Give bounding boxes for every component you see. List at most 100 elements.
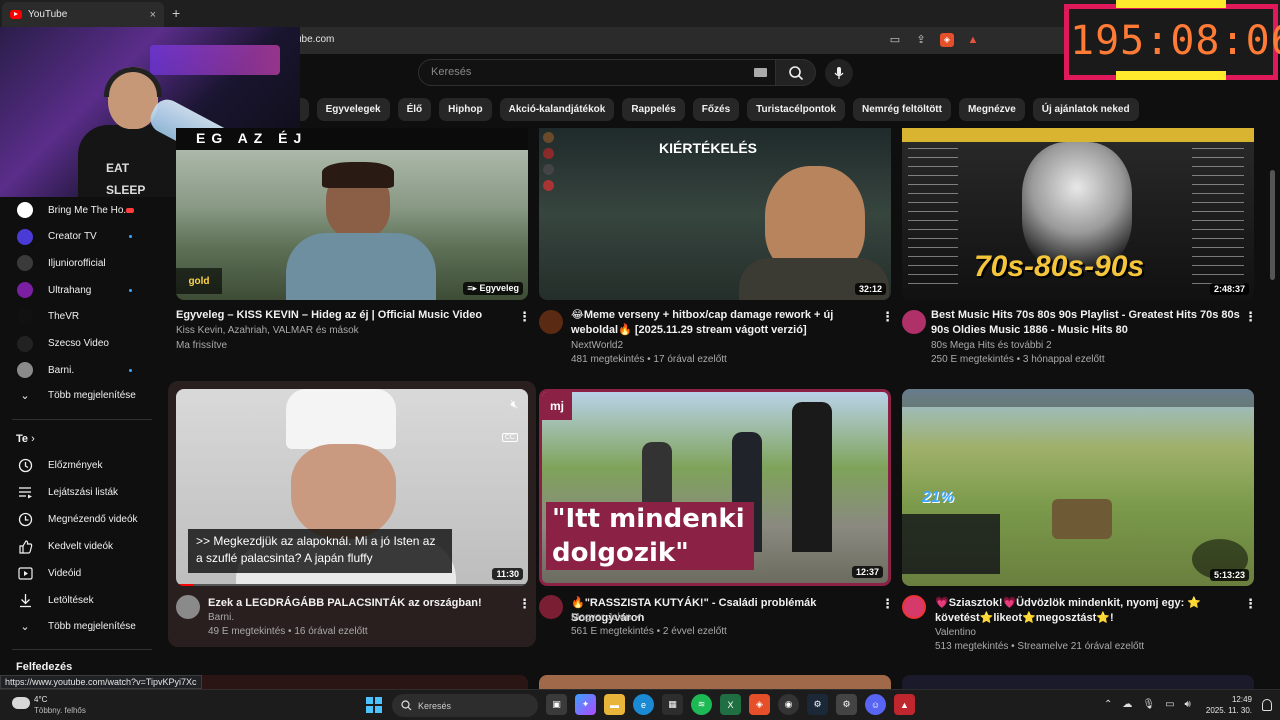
copilot-icon[interactable]: ✦ <box>575 694 596 715</box>
video-channel[interactable]: NextWorld2 <box>571 340 623 351</box>
video-thumbnail[interactable]: EG AZ ÉJ gold ≡▸ Egyveleg <box>176 128 528 300</box>
spotify-icon[interactable]: ≋ <box>691 694 712 715</box>
video-title[interactable]: Best Music Hits 70s 80s 90s Playlist - G… <box>931 308 1241 338</box>
video-channel[interactable]: Kiss Kevin, Azahriah, VALMAR és mások <box>176 325 359 336</box>
sidebar-subscription[interactable]: Bring Me The Ho... <box>0 197 160 223</box>
more-options-icon[interactable]: ⋮ <box>518 597 531 610</box>
game-app-icon[interactable]: ▲ <box>894 694 915 715</box>
video-title[interactable]: 💗Sziasztok!💗Üdvözlök mindenkit, nyomj eg… <box>935 596 1240 626</box>
search-input[interactable]: Keresés <box>418 59 776 86</box>
task-view-icon[interactable]: ▣ <box>546 694 567 715</box>
video-channel[interactable]: Valentino <box>935 627 976 638</box>
video-card[interactable]: KIÉRTÉKELÉS 32:12 😂Meme verseny + hitbox… <box>539 128 894 368</box>
steam-icon[interactable]: ⚙ <box>807 694 828 715</box>
chip-4[interactable]: Akció-kalandjátékok <box>499 98 615 121</box>
brave-rewards-icon[interactable]: ▲ <box>966 33 980 47</box>
chip-6[interactable]: Főzés <box>692 98 740 121</box>
share-icon[interactable]: ⇪ <box>914 33 928 47</box>
more-options-icon[interactable]: ⋮ <box>1244 310 1257 323</box>
sidebar-subscription[interactable]: Szecso Video <box>0 331 160 357</box>
more-options-icon[interactable]: ⋮ <box>881 310 894 323</box>
sidebar-item-watch-later[interactable]: Megnézendő videók <box>0 506 160 532</box>
video-card[interactable]: mj "Itt mindenki dolgozik" 12:37 🔥"RASSZ… <box>539 389 894 639</box>
chip-2[interactable]: Élő <box>397 98 432 121</box>
file-explorer-icon[interactable]: ▬ <box>604 694 625 715</box>
video-thumbnail-peek[interactable] <box>902 675 1254 689</box>
sidebar-item-liked-videos[interactable]: Kedvelt videók <box>0 533 160 559</box>
show-more-you[interactable]: ⌄ Több megjelenítése <box>0 613 160 639</box>
chip-1[interactable]: Egyvelegek <box>316 98 390 121</box>
mute-icon[interactable]: 🔇︎ <box>510 397 518 412</box>
chip-9[interactable]: Megnézve <box>958 98 1025 121</box>
video-channel[interactable]: 80s Mega Hits és további 2 <box>931 340 1052 351</box>
video-thumbnail-peek[interactable] <box>176 675 528 689</box>
sidebar-item-history[interactable]: Előzmények <box>0 452 160 478</box>
obs-icon[interactable]: ◉ <box>778 694 799 715</box>
channel-avatar[interactable] <box>176 595 200 619</box>
video-channel[interactable]: Barni. <box>208 612 234 623</box>
start-button-icon[interactable] <box>366 697 382 713</box>
search-button[interactable] <box>776 59 816 86</box>
voice-search-button[interactable] <box>825 59 853 87</box>
sidebar-subscription[interactable]: Iljuniorofficial <box>0 250 160 276</box>
video-card[interactable]: 70s-80s-90s 2:48:37 Best Music Hits 70s … <box>902 128 1257 368</box>
sidebar-subscription[interactable]: Ultrahang <box>0 277 160 303</box>
url-text[interactable]: ube.com <box>296 34 334 45</box>
video-card[interactable]: >> Megkezdjük az alapoknál. Mi a jó Iste… <box>176 389 531 639</box>
taskbar-clock[interactable]: 12:49 2025. 11. 30. <box>1200 694 1252 716</box>
volume-icon[interactable]: 🔊︎ <box>1185 699 1191 710</box>
notification-bell-icon[interactable] <box>1262 699 1272 711</box>
excel-icon[interactable]: X <box>720 694 741 715</box>
keyboard-icon[interactable] <box>754 68 767 77</box>
chip-3[interactable]: Hiphop <box>439 98 492 121</box>
video-card[interactable]: 21% 5:13:23 💗Sziasztok!💗Üdvözlök mindenk… <box>902 389 1257 652</box>
tab-youtube[interactable]: YouTube × <box>2 2 164 27</box>
chip-10[interactable]: Új ajánlatok neked <box>1032 98 1139 121</box>
network-icon[interactable]: ▭ <box>1165 699 1174 710</box>
sidebar-subscription[interactable]: Barni. <box>0 357 160 383</box>
video-thumbnail[interactable]: 70s-80s-90s 2:48:37 <box>902 128 1254 300</box>
sidebar-subscription[interactable]: Creator TV <box>0 224 160 250</box>
video-channel[interactable]: Magyar Jelen ✔ <box>571 612 642 623</box>
page-scrollbar[interactable] <box>1270 170 1275 280</box>
sidebar-item-your-videos[interactable]: Videóid <box>0 560 160 586</box>
video-thumbnail-peek[interactable] <box>539 675 891 689</box>
chip-8[interactable]: Nemrég feltöltött <box>852 98 951 121</box>
video-thumbnail[interactable]: mj "Itt mindenki dolgozik" 12:37 <box>539 389 891 586</box>
tab-close-icon[interactable]: × <box>150 9 156 21</box>
video-thumbnail[interactable]: >> Megkezdjük az alapoknál. Mi a jó Iste… <box>176 389 528 586</box>
cc-button[interactable]: CC <box>501 433 518 442</box>
video-title[interactable]: Ezek a LEGDRÁGÁBB PALACSINTÁK az országb… <box>208 596 508 611</box>
onedrive-icon[interactable]: ☁ <box>1122 699 1132 710</box>
show-more-subscriptions[interactable]: ⌄ Több megjelenítése <box>0 382 160 408</box>
video-thumbnail[interactable]: KIÉRTÉKELÉS 32:12 <box>539 128 891 300</box>
you-section-heading[interactable]: Te › <box>16 433 35 445</box>
more-options-icon[interactable]: ⋮ <box>518 310 531 323</box>
video-thumbnail[interactable]: 21% 5:13:23 <box>902 389 1254 586</box>
sidebar-item-playlists[interactable]: Lejátszási listák <box>0 479 160 505</box>
chip-5[interactable]: Rappelés <box>622 98 685 121</box>
video-card[interactable]: EG AZ ÉJ gold ≡▸ Egyveleg Egyveleg – KIS… <box>176 128 531 368</box>
microphone-icon[interactable]: 🎙︎ <box>1142 699 1155 710</box>
channel-avatar[interactable] <box>539 595 563 619</box>
channel-avatar[interactable] <box>539 310 563 334</box>
more-options-icon[interactable]: ⋮ <box>881 597 894 610</box>
chip-7[interactable]: Turistacélpontok <box>747 98 845 121</box>
sidebar-subscription[interactable]: TheVR <box>0 304 160 330</box>
video-title[interactable]: Egyveleg – KISS KEVIN – Hideg az éj | Of… <box>176 308 496 323</box>
cast-icon[interactable]: ▭ <box>888 33 902 47</box>
brave-icon[interactable]: ◈ <box>749 694 770 715</box>
discord-icon[interactable]: ☺ <box>865 694 886 715</box>
channel-avatar[interactable] <box>902 595 926 619</box>
store-icon[interactable]: ▦ <box>662 694 683 715</box>
sidebar-item-downloads[interactable]: Letöltések <box>0 587 160 613</box>
new-tab-button[interactable]: + <box>172 5 180 21</box>
settings-icon[interactable]: ⚙ <box>836 694 857 715</box>
video-title[interactable]: 😂Meme verseny + hitbox/cap damage rework… <box>571 308 876 338</box>
more-options-icon[interactable]: ⋮ <box>1244 597 1257 610</box>
brave-shields-icon[interactable]: ◈ <box>940 33 954 47</box>
channel-avatar[interactable] <box>902 310 926 334</box>
taskbar-search[interactable]: Keresés <box>392 694 538 717</box>
edge-icon[interactable]: e <box>633 694 654 715</box>
chevron-up-icon[interactable]: ⌃ <box>1104 699 1112 710</box>
